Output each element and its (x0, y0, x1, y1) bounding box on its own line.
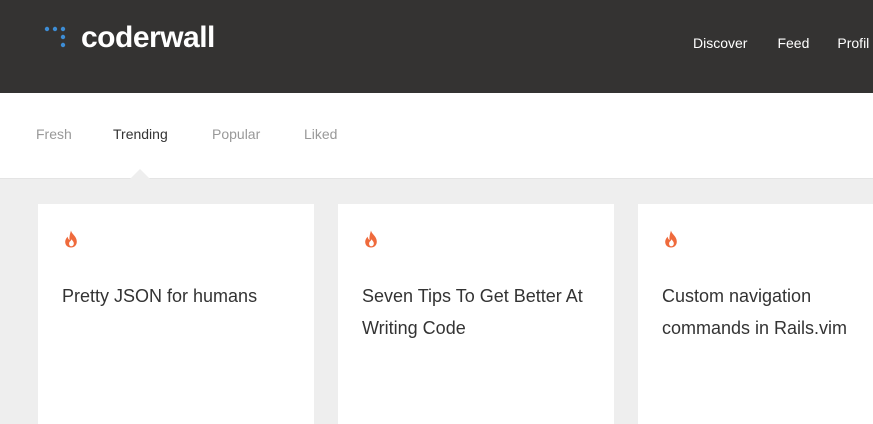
card-title[interactable]: Custom navigation commands in Rails.vim (662, 280, 867, 344)
logo[interactable]: coderwall (44, 22, 215, 54)
tab-fresh[interactable]: Fresh (36, 125, 72, 143)
protip-card[interactable]: Seven Tips To Get Better At Writing Code (338, 204, 614, 424)
logo-dots-icon (44, 26, 66, 48)
flame-icon (365, 230, 377, 248)
tab-popular[interactable]: Popular (212, 125, 260, 143)
nav-profile[interactable]: Profil (837, 34, 869, 52)
tab-liked[interactable]: Liked (304, 125, 337, 143)
card-title[interactable]: Pretty JSON for humans (62, 280, 302, 312)
protip-card[interactable]: Custom navigation commands in Rails.vim (638, 204, 873, 424)
nav-feed[interactable]: Feed (777, 34, 809, 52)
brand-name: coderwall (81, 21, 215, 54)
protip-card[interactable]: Pretty JSON for humans (38, 204, 314, 424)
tab-trending[interactable]: Trending (113, 125, 168, 143)
tab-bar: Fresh Trending Popular Liked (0, 93, 873, 179)
main-nav: Discover Feed Profil (693, 34, 869, 52)
card-title[interactable]: Seven Tips To Get Better At Writing Code (362, 280, 602, 344)
nav-discover[interactable]: Discover (693, 34, 747, 52)
flame-icon (665, 230, 677, 248)
active-tab-indicator (130, 169, 150, 179)
flame-icon (65, 230, 77, 248)
top-header: coderwall Discover Feed Profil (0, 0, 873, 93)
